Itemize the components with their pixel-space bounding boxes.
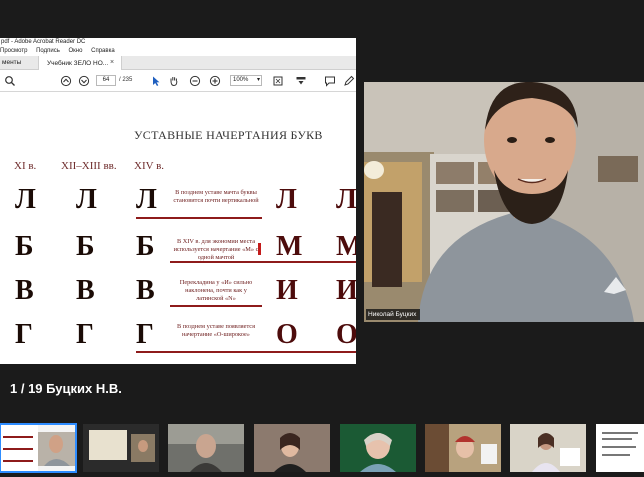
page-up-icon[interactable]: [60, 75, 72, 87]
letter-glyph: М: [336, 231, 356, 262]
close-icon[interactable]: ×: [110, 59, 114, 66]
hand-tool-icon[interactable]: [168, 75, 180, 87]
gallery-page-indicator: 1 / 19 Буцких Н.В.: [10, 381, 122, 396]
zoom-level-select[interactable]: 100% ▾: [230, 75, 262, 86]
thumbnail-image: [168, 424, 244, 472]
zoom-meeting-window: pdf - Adobe Acrobat Reader DC Просмотр П…: [0, 0, 644, 477]
page-title: УСТАВНЫЕ НАЧЕРТАНИЯ БУКВ: [134, 128, 323, 142]
participant-thumbnail-strip: [0, 423, 644, 476]
letter-glyph: Л: [336, 184, 356, 215]
menu-item-view[interactable]: Просмотр: [0, 48, 27, 54]
menu-item-help[interactable]: Справка: [91, 48, 115, 54]
thumbnail-image: [425, 424, 501, 472]
column-header-xii-xiii: XII–XIII вв.: [61, 160, 117, 172]
thumbnail-image: [0, 424, 76, 472]
search-icon[interactable]: [4, 75, 16, 87]
letter-glyph: Б: [15, 231, 34, 262]
fit-page-icon[interactable]: [272, 75, 284, 87]
participant-thumbnail[interactable]: [0, 423, 77, 473]
participant-thumbnail[interactable]: [510, 424, 586, 472]
participant-thumbnail[interactable]: [340, 424, 416, 472]
participant-thumbnail[interactable]: [254, 424, 330, 472]
zoom-level-value: 100%: [233, 77, 249, 83]
letter-glyph: Б: [76, 231, 95, 262]
letter-glyph: Л: [276, 184, 297, 215]
letter-glyph: Г: [136, 319, 154, 350]
zoom-in-icon[interactable]: [209, 75, 221, 87]
letter-glyph: Б: [136, 231, 155, 262]
red-marker: [258, 243, 261, 255]
thumbnail-image: [596, 424, 644, 472]
speaker-video-frame: [364, 82, 644, 322]
underline: [170, 305, 262, 307]
zoom-out-icon[interactable]: [189, 75, 201, 87]
thumbnail-image: [254, 424, 330, 472]
letter-glyph: О: [336, 319, 356, 350]
note-text: В XIV в. для экономии места используется…: [173, 238, 259, 262]
letter-glyph: В: [76, 275, 95, 306]
letter-glyph: И: [276, 275, 298, 306]
comment-icon[interactable]: [324, 75, 336, 87]
acrobat-tab-bar: менты Учебник ЗЕЛО НО... ×: [0, 56, 356, 70]
pdf-page: УСТАВНЫЕ НАЧЕРТАНИЯ БУКВ XI в. XII–XIII …: [0, 93, 356, 364]
note-text: В позднем уставе мачта буквы становится …: [173, 189, 259, 205]
column-header-xi: XI в.: [14, 160, 37, 172]
acrobat-title-bar: pdf - Adobe Acrobat Reader DC: [0, 38, 356, 47]
thumbnail-image: [83, 424, 159, 472]
note-text: Перекладина у «И» сильно наклонена, почт…: [179, 279, 253, 303]
menu-item-sign[interactable]: Подпись: [36, 48, 60, 54]
column-header-xiv: XIV в.: [134, 160, 165, 172]
participant-name-tag: Николай Буцких: [366, 309, 421, 320]
participant-thumbnail[interactable]: [425, 424, 501, 472]
participant-thumbnail[interactable]: [168, 424, 244, 472]
thumbnail-image: [510, 424, 586, 472]
acrobat-menu-bar: Просмотр Подпись Окно Справка: [0, 47, 356, 56]
page-down-icon[interactable]: [78, 75, 90, 87]
letter-glyph: И: [336, 275, 356, 306]
letter-glyph: О: [276, 319, 298, 350]
underline: [170, 261, 356, 263]
letter-glyph: В: [136, 275, 155, 306]
tab-documents[interactable]: менты: [2, 59, 21, 66]
underline: [136, 217, 262, 219]
chevron-down-icon: ▾: [256, 77, 260, 83]
letter-glyph: Л: [15, 184, 36, 215]
participant-thumbnail[interactable]: [83, 424, 159, 472]
letter-glyph: Г: [76, 319, 94, 350]
note-text: В позднем уставе появляется начертание «…: [176, 323, 255, 339]
select-cursor-icon[interactable]: [150, 75, 162, 87]
page-total: / 235: [119, 77, 133, 83]
page-number-input[interactable]: 64: [96, 75, 116, 86]
thumbnail-image: [340, 424, 416, 472]
acrobat-toolbar: 64 / 235 100% ▾: [0, 70, 356, 92]
participant-thumbnail[interactable]: [596, 424, 644, 472]
participant-name: Николай Буцких: [368, 311, 417, 318]
letter-glyph: Л: [76, 184, 97, 215]
letter-glyph: Л: [136, 184, 157, 215]
pen-icon[interactable]: [343, 75, 355, 87]
tab-title: Учебник ЗЕЛО НО...: [47, 60, 109, 67]
letter-glyph: В: [15, 275, 34, 306]
letter-glyph: Г: [15, 319, 33, 350]
speaker-video[interactable]: Николай Буцких: [364, 82, 644, 322]
menu-item-window[interactable]: Окно: [69, 48, 83, 54]
scroll-mode-icon[interactable]: [295, 75, 307, 87]
underline: [136, 351, 356, 353]
letter-glyph: М: [276, 231, 303, 262]
shared-screen: pdf - Adobe Acrobat Reader DC Просмотр П…: [0, 38, 356, 364]
